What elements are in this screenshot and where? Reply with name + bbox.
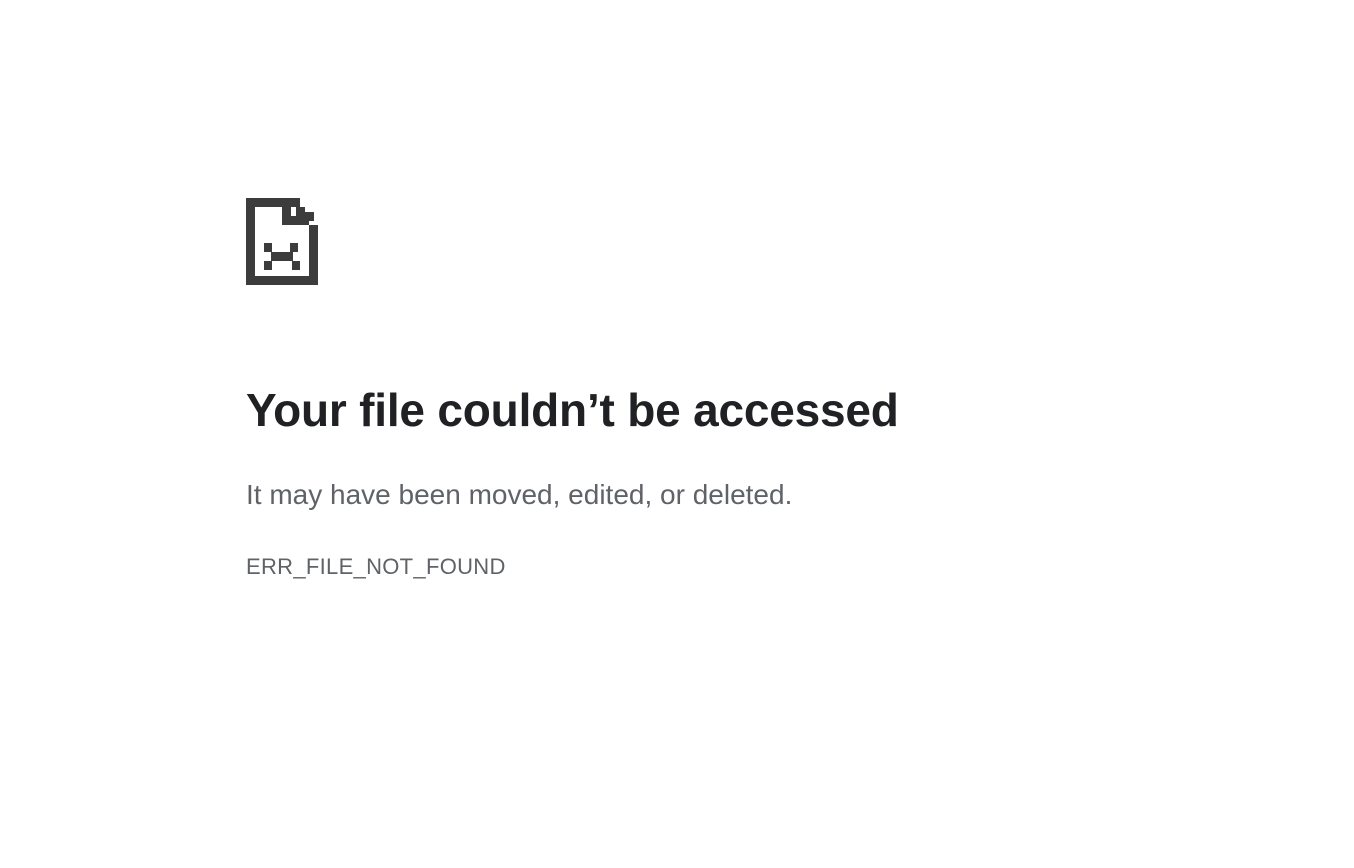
error-code: ERR_FILE_NOT_FOUND xyxy=(246,554,506,579)
error-subtitle: It may have been moved, edited, or delet… xyxy=(246,479,793,510)
sad-file-icon xyxy=(246,198,318,285)
error-title: Your file couldn’t be accessed xyxy=(246,384,899,436)
